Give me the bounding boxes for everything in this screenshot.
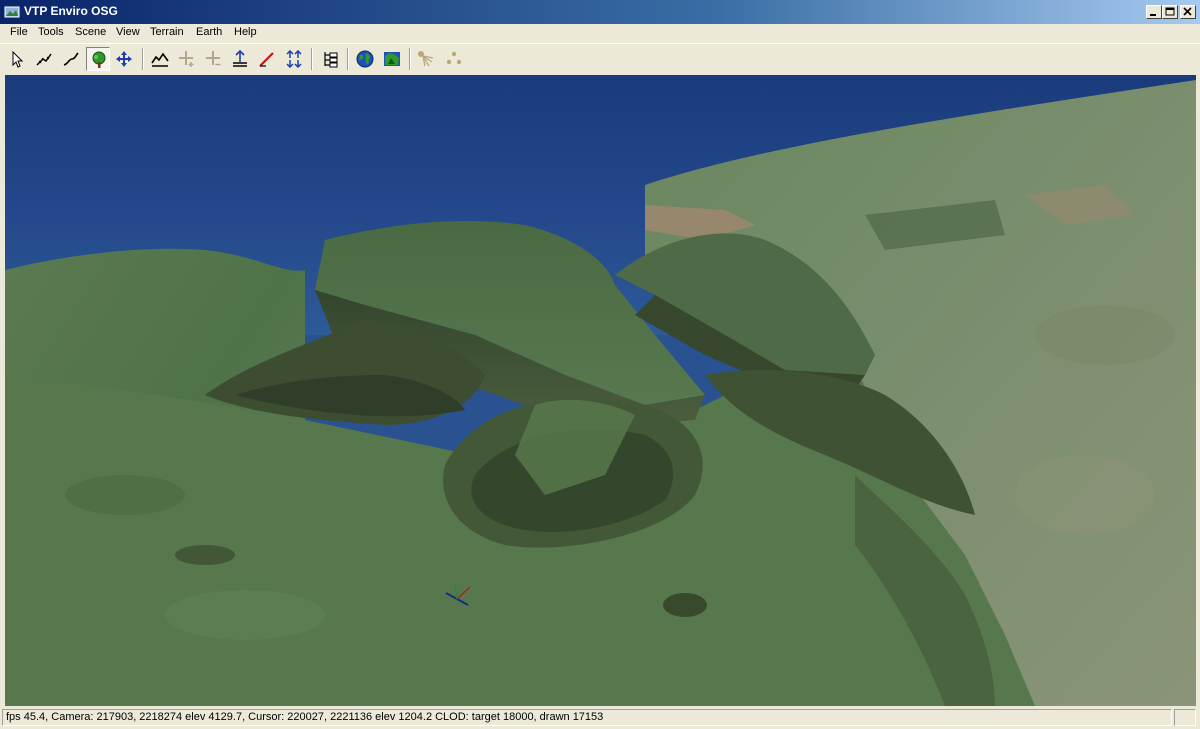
status-pane-secondary	[1174, 709, 1196, 726]
scene-graph-button[interactable]	[318, 47, 342, 71]
speed-up-icon	[179, 51, 194, 67]
dark-patch	[175, 545, 235, 565]
elevation-button[interactable]	[228, 47, 252, 71]
vegetation-patch	[165, 590, 325, 640]
toolbar-separator	[142, 48, 144, 70]
move-tool-button[interactable]	[112, 47, 136, 71]
measure-path-button[interactable]	[32, 47, 56, 71]
toolbar-separator	[347, 48, 349, 70]
points-button[interactable]	[442, 47, 466, 71]
menu-terrain[interactable]: Terrain	[149, 26, 185, 38]
window-title: VTP Enviro OSG	[24, 4, 118, 18]
menu-file[interactable]: File	[9, 26, 29, 38]
measure-path-icon	[36, 53, 52, 66]
maximize-button[interactable]	[1162, 5, 1178, 19]
dots-icon	[446, 51, 462, 65]
3d-viewport[interactable]	[5, 75, 1196, 706]
slope-tool-button[interactable]	[255, 47, 279, 71]
title-bar[interactable]: VTP Enviro OSG	[0, 0, 1200, 24]
pointer-tool-button[interactable]	[6, 47, 30, 71]
menu-tools[interactable]: Tools	[37, 26, 65, 38]
scene-graph-icon	[324, 52, 338, 68]
status-bar: fps 45.4, Camera: 217903, 2218274 elev 4…	[0, 707, 1200, 729]
field-patch	[1035, 305, 1175, 365]
move-icon	[116, 51, 132, 67]
app-window: VTP Enviro OSG File Tools Scene View Ter…	[0, 0, 1200, 729]
app-icon	[4, 4, 20, 20]
field-patch	[1015, 455, 1155, 535]
navigate-button[interactable]	[282, 47, 306, 71]
terrain-map-icon	[384, 52, 400, 66]
speed-down-button[interactable]	[202, 47, 226, 71]
navigate-icon	[286, 50, 302, 68]
toolbar-separator	[409, 48, 411, 70]
toolbar-separator	[311, 48, 313, 70]
tree-icon	[92, 51, 106, 68]
menu-view[interactable]: View	[115, 26, 141, 38]
slope-tool-icon	[259, 52, 274, 67]
tree-plant-button[interactable]	[86, 47, 110, 71]
dark-patch	[663, 593, 707, 617]
close-button[interactable]	[1180, 5, 1196, 19]
sun-rays-icon	[418, 51, 434, 67]
menu-bar: File Tools Scene View Terrain Earth Help	[0, 24, 1200, 43]
earth-view-button[interactable]	[353, 47, 377, 71]
menu-help[interactable]: Help	[233, 26, 258, 38]
terrain-profile-button[interactable]	[148, 47, 172, 71]
globe-icon	[356, 50, 374, 68]
vegetation-patch	[65, 475, 185, 515]
menu-earth[interactable]: Earth	[195, 26, 223, 38]
route-line-icon	[63, 52, 79, 66]
terrain-view-button[interactable]	[380, 47, 404, 71]
menu-scene[interactable]: Scene	[74, 26, 107, 38]
status-text: fps 45.4, Camera: 217903, 2218274 elev 4…	[2, 709, 1172, 726]
elevation-icon	[233, 50, 247, 67]
toolbar	[0, 43, 1200, 74]
minimize-button[interactable]	[1146, 5, 1162, 19]
sun-light-button[interactable]	[414, 47, 438, 71]
pointer-icon	[12, 50, 24, 68]
terrain-profile-icon	[151, 52, 169, 67]
terrain-scene	[5, 75, 1196, 706]
route-line-button[interactable]	[59, 47, 83, 71]
speed-down-icon	[206, 51, 221, 66]
speed-up-button[interactable]	[175, 47, 199, 71]
